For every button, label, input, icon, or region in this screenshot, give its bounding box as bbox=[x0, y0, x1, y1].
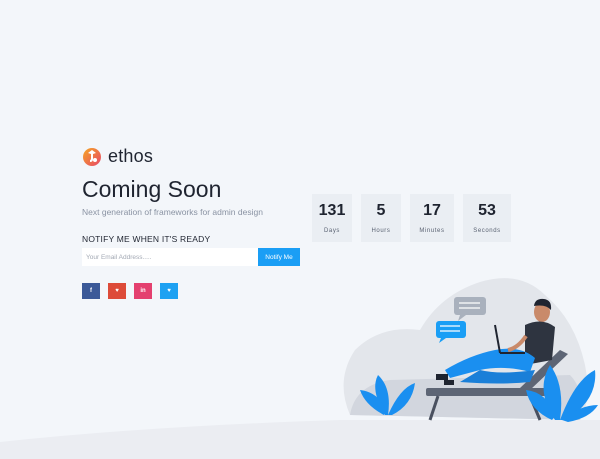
countdown-value: 17 bbox=[423, 201, 441, 219]
countdown-label: Hours bbox=[371, 227, 391, 234]
facebook-button[interactable]: f bbox=[82, 283, 100, 299]
linkedin-icon: in bbox=[140, 288, 146, 294]
countdown-value: 53 bbox=[478, 201, 496, 219]
twitter-button[interactable]: ♥ bbox=[160, 283, 178, 299]
notify-label: NOTIFY ME WHEN IT'S READY bbox=[82, 234, 211, 244]
countdown-label: Days bbox=[323, 227, 341, 234]
pinterest-button[interactable]: ♥ bbox=[108, 283, 126, 299]
countdown: 131 Days 5 Hours 17 Minutes 53 Seconds bbox=[312, 194, 511, 242]
ethos-logo-icon bbox=[83, 147, 101, 166]
brand[interactable]: ethos bbox=[82, 146, 153, 167]
countdown-hours: 5 Hours bbox=[361, 194, 401, 242]
countdown-seconds: 53 Seconds bbox=[463, 194, 511, 242]
twitter-icon: ♥ bbox=[167, 288, 171, 294]
page-title: Coming Soon bbox=[82, 176, 222, 202]
countdown-label: Minutes bbox=[419, 227, 445, 234]
ground-shape bbox=[0, 420, 600, 459]
subscribe-form: Notify Me bbox=[82, 248, 300, 266]
page-subtitle: Next generation of frameworks for admin … bbox=[82, 207, 263, 217]
person-with-laptop-illustration bbox=[343, 278, 598, 422]
email-input[interactable] bbox=[82, 248, 258, 266]
countdown-days: 131 Days bbox=[312, 194, 352, 242]
linkedin-button[interactable]: in bbox=[134, 283, 152, 299]
countdown-label: Seconds bbox=[473, 227, 501, 234]
pinterest-icon: ♥ bbox=[115, 288, 119, 294]
brand-name: ethos bbox=[108, 146, 154, 166]
countdown-minutes: 17 Minutes bbox=[410, 194, 454, 242]
social-links: f ♥ in ♥ bbox=[82, 283, 178, 299]
countdown-value: 131 bbox=[318, 201, 346, 219]
countdown-value: 5 bbox=[376, 201, 386, 219]
facebook-icon: f bbox=[90, 288, 92, 294]
notify-me-button[interactable]: Notify Me bbox=[258, 248, 300, 266]
